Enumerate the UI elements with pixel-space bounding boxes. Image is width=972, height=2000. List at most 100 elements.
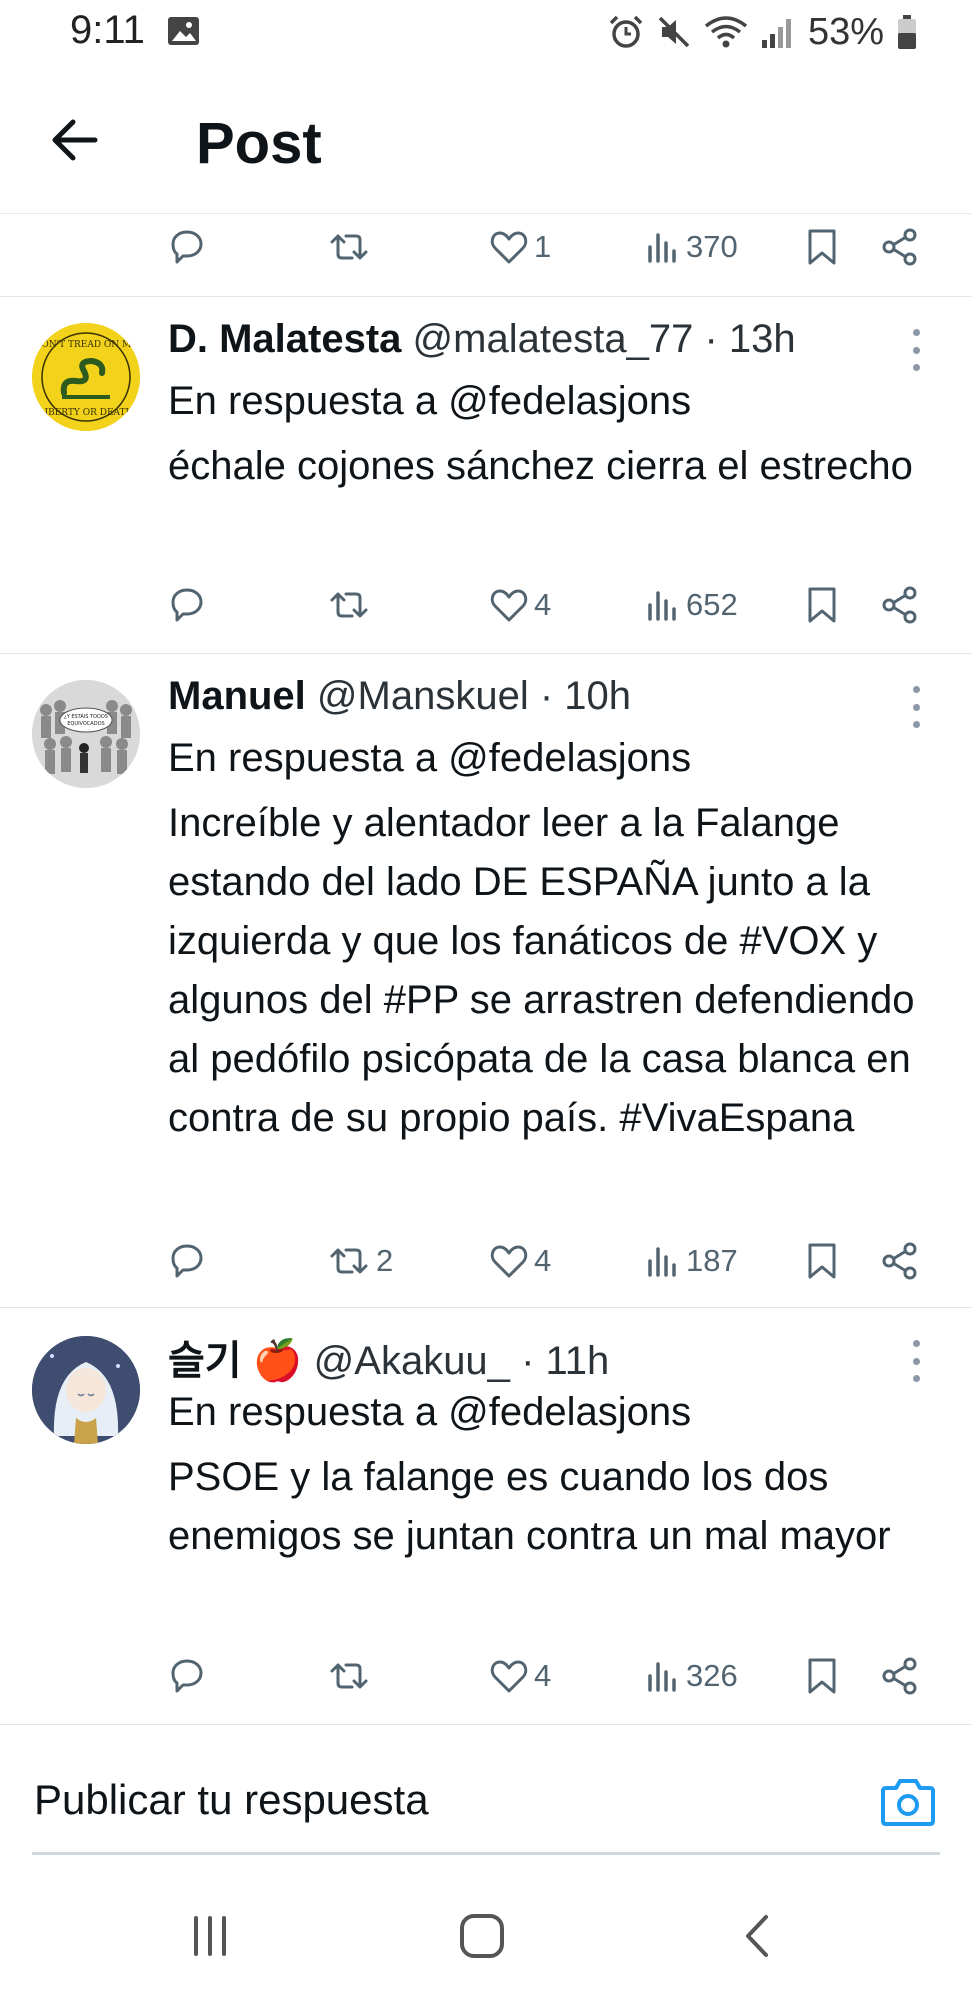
views-icon: [648, 591, 676, 621]
retweet-icon: [330, 1663, 368, 1689]
bookmark-button[interactable]: [806, 580, 838, 630]
home-button[interactable]: [452, 1906, 512, 1966]
reply-tweet[interactable]: ¿Y ESTÁIS TODOS EQUIVOCADOS Manuel @Mans…: [0, 654, 972, 1308]
reply-icon: [171, 1659, 203, 1693]
status-icons: 53%: [608, 10, 918, 54]
display-name[interactable]: D. Malatesta: [168, 317, 401, 361]
like-button[interactable]: 4: [490, 1236, 551, 1286]
divider: [0, 1724, 972, 1725]
views-count: 370: [686, 229, 738, 264]
svg-text:LIBERTY OR DEATH: LIBERTY OR DEATH: [39, 408, 134, 418]
reply-button[interactable]: [168, 1651, 206, 1701]
share-icon: [882, 586, 917, 624]
back-icon: [746, 1915, 768, 1957]
share-button[interactable]: [880, 222, 920, 272]
page-title: Post: [196, 111, 322, 176]
views-icon: [648, 1247, 676, 1277]
display-name[interactable]: 슬기 🍎: [168, 1339, 303, 1383]
avatar[interactable]: [32, 1336, 140, 1444]
like-count: 4: [534, 1243, 552, 1278]
like-count: 4: [534, 587, 552, 622]
reply-button[interactable]: [168, 222, 206, 272]
tweet-actions: 4 326: [0, 1651, 972, 1701]
bookmark-icon: [808, 1658, 836, 1694]
parent-tweet-actions: 1 370: [0, 222, 972, 272]
share-icon: [882, 228, 917, 266]
system-back-button[interactable]: [726, 1906, 786, 1966]
svg-text:DON'T TREAD ON ME: DON'T TREAD ON ME: [34, 340, 138, 350]
header: Post: [0, 66, 972, 214]
reply-to-label: En respuesta a @fedelasjons: [168, 379, 692, 423]
retweet-button[interactable]: [328, 1651, 370, 1701]
mute-icon: [658, 16, 690, 48]
reply-to-label: En respuesta a @fedelasjons: [168, 1390, 692, 1434]
svg-text:EQUIVOCADOS: EQUIVOCADOS: [67, 721, 104, 727]
home-icon: [460, 1914, 504, 1958]
views-count: 187: [686, 1243, 738, 1278]
arrow-left-icon: [52, 119, 98, 161]
heart-icon: [490, 231, 528, 264]
bookmark-button[interactable]: [806, 1236, 838, 1286]
views-button[interactable]: 652: [646, 580, 738, 630]
gallery-icon: [168, 17, 199, 45]
share-button[interactable]: [880, 580, 920, 630]
tweet-text: PSOE y la falange es cuando los dos enem…: [168, 1455, 891, 1558]
user-handle[interactable]: @Akakuu_: [314, 1339, 510, 1383]
reply-icon: [171, 1244, 203, 1278]
bookmark-button[interactable]: [806, 1651, 838, 1701]
reply-input[interactable]: Publicar tu respuesta: [34, 1776, 429, 1824]
battery-icon: [898, 15, 917, 49]
retweet-icon: [330, 1248, 368, 1274]
like-button[interactable]: 1: [490, 222, 551, 272]
system-nav-bar: [0, 1880, 972, 2000]
display-name[interactable]: Manuel: [168, 674, 306, 718]
retweet-button[interactable]: 2: [328, 1236, 393, 1286]
more-options-button[interactable]: [908, 686, 924, 728]
retweet-button[interactable]: [328, 222, 370, 272]
anime-character-avatar: [32, 1336, 140, 1444]
views-button[interactable]: 370: [646, 222, 738, 272]
user-handle[interactable]: @Manskuel: [317, 674, 529, 718]
views-button[interactable]: 187: [646, 1236, 738, 1286]
views-icon: [648, 1662, 676, 1692]
retweet-icon: [330, 592, 368, 618]
composer-underline: [32, 1852, 940, 1855]
camera-icon[interactable]: [880, 1776, 936, 1828]
more-options-button[interactable]: [908, 1340, 924, 1382]
wifi-icon: [704, 16, 748, 48]
recents-button[interactable]: [180, 1906, 240, 1966]
status-bar: 9:11 53%: [0, 0, 972, 66]
gadsden-flag-avatar: DON'T TREAD ON ME LIBERTY OR DEATH: [32, 323, 140, 431]
reply-tweet[interactable]: DON'T TREAD ON ME LIBERTY OR DEATH D. Ma…: [0, 297, 972, 653]
like-button[interactable]: 4: [490, 1651, 551, 1701]
tweet-header: D. Malatesta @malatesta_77 · 13h: [168, 317, 796, 362]
battery-percent: 53%: [808, 10, 885, 53]
share-button[interactable]: [880, 1236, 920, 1286]
share-button[interactable]: [880, 1651, 920, 1701]
reply-icon: [171, 230, 203, 264]
timestamp: · 11h: [521, 1339, 610, 1383]
like-button[interactable]: 4: [490, 580, 551, 630]
tweet-header: Manuel @Manskuel · 10h: [168, 674, 631, 719]
crowd-cartoon-avatar: ¿Y ESTÁIS TODOS EQUIVOCADOS: [32, 680, 140, 788]
timestamp: · 10h: [539, 674, 632, 718]
reply-tweet[interactable]: 슬기 🍎 @Akakuu_ · 11h En respuesta a @fede…: [0, 1308, 972, 1724]
reply-button[interactable]: [168, 1236, 206, 1286]
retweet-icon: [330, 234, 368, 260]
tweet-text: Increíble y alentador leer a la Falange …: [168, 801, 915, 1140]
status-time: 9:11: [70, 8, 145, 52]
reply-button[interactable]: [168, 580, 206, 630]
bookmark-icon: [808, 229, 836, 265]
more-options-button[interactable]: [908, 329, 924, 371]
user-handle[interactable]: @malatesta_77: [413, 317, 694, 361]
retweet-button[interactable]: [328, 580, 370, 630]
avatar[interactable]: DON'T TREAD ON ME LIBERTY OR DEATH: [32, 323, 140, 431]
like-count: 4: [534, 1658, 552, 1693]
bookmark-button[interactable]: [806, 222, 838, 272]
views-button[interactable]: 326: [646, 1651, 738, 1701]
alarm-icon: [609, 15, 643, 48]
views-icon: [648, 233, 676, 263]
avatar[interactable]: ¿Y ESTÁIS TODOS EQUIVOCADOS: [32, 680, 140, 788]
back-button[interactable]: [44, 114, 104, 166]
share-icon: [882, 1242, 917, 1280]
